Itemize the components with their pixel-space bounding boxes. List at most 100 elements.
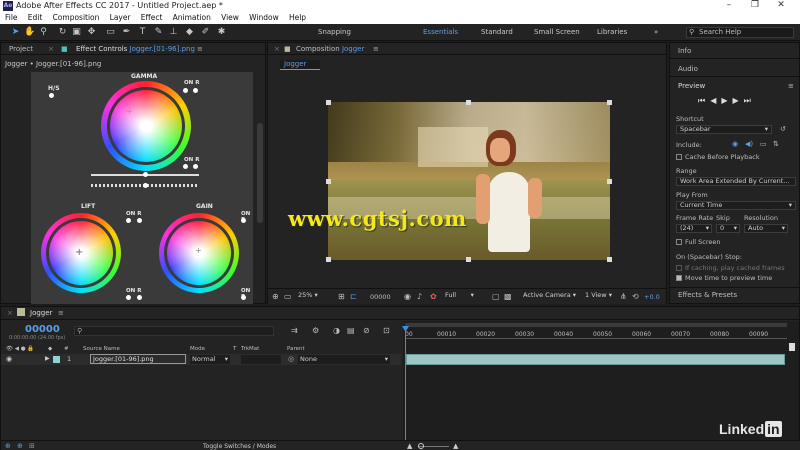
lift-r-toggle[interactable]: [137, 218, 142, 223]
mask-visibility-icon[interactable]: ⊏: [350, 292, 357, 301]
hand-tool-icon[interactable]: ✋: [24, 27, 35, 38]
video-eye-icon[interactable]: ◉: [6, 355, 12, 363]
layer-switches-icon[interactable]: ⊕: [5, 442, 11, 450]
views-dropdown[interactable]: 1 View ▾: [582, 292, 616, 301]
comp-lock-icon[interactable]: ■: [284, 45, 291, 53]
gamma-crosshair-icon[interactable]: +: [126, 107, 133, 116]
timeline-timecode[interactable]: 00000: [25, 324, 60, 335]
gamma-on-bottom-toggle[interactable]: [183, 164, 188, 169]
transparency-grid-icon[interactable]: ▩: [504, 292, 512, 301]
gamma-fine-slider-handle[interactable]: [143, 183, 148, 188]
frame-blending-icon[interactable]: ▤: [347, 326, 355, 335]
transform-handle[interactable]: [326, 179, 331, 184]
time-ruler[interactable]: 00 00010 00020 00030 00040 00050 00060 0…: [405, 329, 787, 339]
full-screen-checkbox[interactable]: [676, 239, 682, 245]
transform-handle[interactable]: [466, 257, 471, 262]
last-frame-icon[interactable]: ⏭: [744, 96, 756, 105]
roto-brush-tool-icon[interactable]: ✐: [200, 27, 211, 38]
always-preview-icon[interactable]: ⊕: [272, 292, 279, 301]
comp-flowchart-icon[interactable]: ⋔: [620, 292, 627, 301]
zoom-tool-icon[interactable]: ⚲: [38, 27, 49, 38]
grid-icon[interactable]: ⊞: [338, 292, 345, 301]
info-panel-tab[interactable]: Info: [678, 47, 691, 55]
workspace-standard[interactable]: Standard: [481, 28, 513, 36]
menu-help[interactable]: Help: [289, 12, 306, 24]
tab-project[interactable]: Project: [9, 45, 33, 53]
mode-header[interactable]: Mode: [190, 346, 205, 352]
menu-file[interactable]: File: [5, 12, 18, 24]
include-audio-icon[interactable]: ◀): [745, 140, 753, 148]
timeline-menu-icon[interactable]: ≡: [58, 309, 64, 317]
layer-parent-dropdown[interactable]: None ▾: [298, 355, 390, 364]
current-time-indicator[interactable]: [405, 327, 406, 443]
graph-editor-icon[interactable]: ⊡: [383, 326, 390, 335]
gamma-r-toggle[interactable]: [193, 88, 198, 93]
expand-layer-icon[interactable]: ▶: [45, 355, 50, 362]
parent-header[interactable]: Parent: [287, 346, 305, 352]
layer-label-color[interactable]: [53, 356, 60, 363]
minimize-icon[interactable]: –: [716, 0, 742, 10]
play-icon[interactable]: ▶: [721, 96, 732, 105]
tab-close-icon[interactable]: ×: [48, 45, 54, 53]
puppet-tool-icon[interactable]: ✱: [216, 27, 227, 38]
gamma-on-toggle[interactable]: [183, 88, 188, 93]
workspace-overflow-icon[interactable]: »: [654, 28, 658, 36]
transform-handle[interactable]: [466, 100, 471, 105]
effects-presets-tab[interactable]: Effects & Presets: [678, 291, 737, 299]
zoom-in-icon[interactable]: ▲: [453, 442, 458, 450]
snapshot-icon[interactable]: ◉: [404, 292, 411, 301]
lift-wheel[interactable]: +: [41, 213, 121, 293]
exposure-value[interactable]: +0.0: [644, 293, 660, 301]
shy-layers-icon[interactable]: ◑: [333, 326, 340, 335]
shortcut-dropdown[interactable]: Spacebar ▾: [676, 125, 772, 134]
maximize-icon[interactable]: ❐: [742, 0, 768, 10]
motion-blur-icon[interactable]: ⊘: [363, 326, 370, 335]
layer-row[interactable]: ◉ ▶ 1 Jogger.[01-96].png Normal ▾ ◎ None ▾: [1, 354, 401, 365]
search-help-input[interactable]: ⚲ Search Help: [686, 27, 794, 38]
first-frame-icon[interactable]: ⏮: [698, 96, 710, 105]
lift-crosshair-icon[interactable]: +: [75, 247, 83, 258]
menu-layer[interactable]: Layer: [110, 12, 131, 24]
lock-icon[interactable]: ■: [61, 45, 68, 53]
panel-menu-icon[interactable]: ≡: [197, 45, 203, 53]
rectangle-tool-icon[interactable]: ▭: [105, 27, 116, 38]
layer-mode-dropdown[interactable]: Normal ▾: [190, 355, 230, 364]
source-name-header[interactable]: Source Name: [83, 346, 120, 352]
type-tool-icon[interactable]: T: [137, 27, 148, 38]
reset-exposure-icon[interactable]: ⟲: [632, 292, 639, 301]
transform-handle[interactable]: [607, 179, 612, 184]
pan-behind-tool-icon[interactable]: ✥: [86, 27, 97, 38]
transform-handle[interactable]: [326, 257, 331, 262]
gain-on-toggle[interactable]: [241, 218, 246, 223]
menu-animation[interactable]: Animation: [173, 12, 211, 24]
in-out-icon[interactable]: ⊞: [29, 442, 35, 450]
timeline-close-icon[interactable]: ×: [7, 309, 13, 317]
comp-panel-menu-icon[interactable]: ≡: [373, 45, 379, 53]
resolution-dropdown[interactable]: Full ▾: [442, 292, 488, 301]
t-header[interactable]: T: [233, 346, 236, 352]
timeline-zoom-end-icon[interactable]: [789, 343, 795, 351]
camera-tool-icon[interactable]: ▣: [71, 27, 82, 38]
timeline-zoom-handle[interactable]: [418, 443, 424, 449]
channel-icon[interactable]: ✿: [430, 292, 437, 301]
include-video-icon[interactable]: ◉: [732, 140, 738, 148]
work-area-bar[interactable]: [405, 323, 787, 327]
trkmat-header[interactable]: TrkMat: [241, 346, 259, 352]
camera-dropdown[interactable]: Active Camera ▾: [520, 292, 578, 301]
move-time-checkbox[interactable]: [676, 275, 682, 281]
draft-3d-icon[interactable]: ⚙: [312, 326, 319, 335]
menu-composition[interactable]: Composition: [53, 12, 100, 24]
close-icon[interactable]: ✕: [768, 0, 794, 10]
tab-effect-controls[interactable]: Effect Controls Jogger.[01-96].png: [76, 45, 195, 53]
hs-toggle[interactable]: [49, 93, 54, 98]
zoom-out-icon[interactable]: ▲: [407, 442, 412, 450]
lift-on-bottom-toggle[interactable]: [126, 295, 131, 300]
preview-menu-icon[interactable]: ≡: [788, 82, 794, 90]
preview-panel-tab[interactable]: Preview: [678, 82, 705, 90]
workspace-essentials[interactable]: Essentials: [423, 28, 458, 36]
monitor-icon[interactable]: ▭: [284, 292, 292, 301]
gain-wheel[interactable]: +: [159, 213, 239, 293]
next-frame-icon[interactable]: ▶: [733, 96, 744, 105]
include-layer-controls-icon[interactable]: ⇅: [773, 140, 779, 148]
timeline-search-input[interactable]: ⚲: [74, 326, 274, 336]
